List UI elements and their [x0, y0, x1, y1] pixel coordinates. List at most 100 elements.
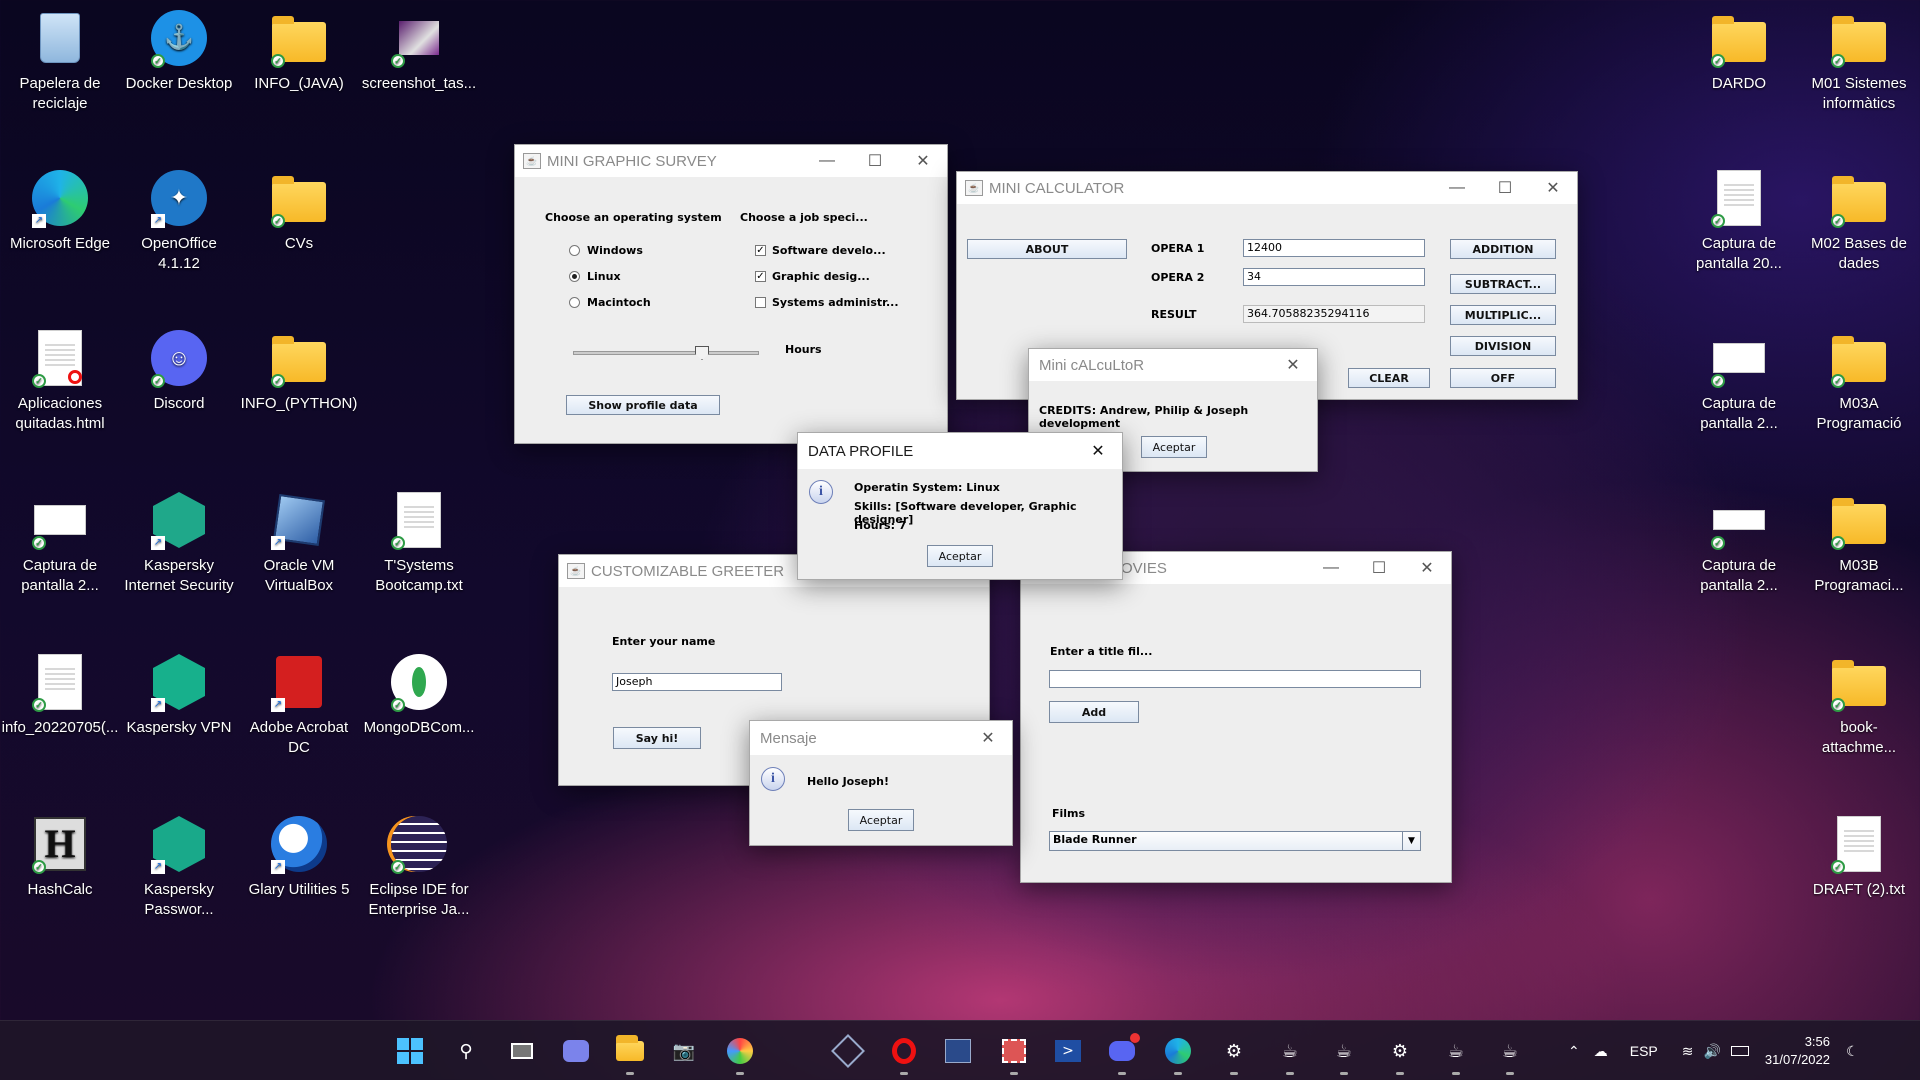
language-indicator[interactable]: ESP	[1630, 1043, 1658, 1059]
radio-linux[interactable]	[569, 271, 580, 282]
desktop-icon-kaspersky-is[interactable]: ↗ Kaspersky Internet Security	[124, 492, 234, 596]
credits-accept-button[interactable]: Aceptar	[1141, 436, 1207, 458]
close-icon[interactable]: ✕	[1529, 172, 1577, 204]
java-app-icon-3[interactable]: ☕	[1440, 1035, 1472, 1075]
desktop-icon-kaspersky-pm[interactable]: ↗ Kaspersky Passwor...	[124, 816, 234, 920]
desktop-icon-discord[interactable]: ☺ ✓ Discord	[124, 330, 234, 414]
java-app-icon-4[interactable]: ☕	[1494, 1035, 1526, 1075]
maximize-icon[interactable]: ☐	[851, 145, 899, 177]
settings-gear-icon[interactable]: ⚙	[1218, 1035, 1250, 1075]
paint-icon[interactable]	[724, 1035, 756, 1075]
radio-macintoch[interactable]	[569, 297, 580, 308]
hours-slider[interactable]	[573, 351, 759, 355]
battery-icon[interactable]	[1730, 1043, 1749, 1059]
desktop-icon-mongodb[interactable]: ✓ MongoDBCom...	[364, 654, 474, 738]
chevron-up-icon[interactable]: ⌃	[1568, 1043, 1580, 1060]
search-icon[interactable]: ⚲	[450, 1035, 482, 1067]
settings-icon[interactable]: ⚙	[1384, 1035, 1416, 1075]
checkbox-software[interactable]: ✓	[755, 245, 766, 256]
desktop-icon-info-python[interactable]: ✓ INFO_(PYTHON)	[241, 330, 357, 414]
desktop-icon-eclipse[interactable]: ✓ Eclipse IDE for Enterprise Ja...	[364, 816, 474, 920]
checkbox-graphic[interactable]: ✓	[755, 271, 766, 282]
java-app-icon-2[interactable]: ☕	[1328, 1035, 1360, 1075]
message-accept-button[interactable]: Aceptar	[848, 809, 914, 831]
radio-windows[interactable]	[569, 245, 580, 256]
snip-sketch-icon[interactable]	[998, 1035, 1030, 1075]
clear-button[interactable]: CLEAR	[1348, 368, 1430, 388]
teams-chat-icon[interactable]	[560, 1035, 592, 1067]
desktop-icon-kaspersky-vpn[interactable]: ↗ Kaspersky VPN	[124, 654, 234, 738]
division-button[interactable]: DIVISION	[1450, 336, 1556, 356]
desktop-icon-m03a[interactable]: ✓ M03A Programació	[1804, 330, 1914, 434]
opera-icon[interactable]	[888, 1035, 920, 1075]
desktop-icon-m01[interactable]: ✓ M01 Sistemes informàtics	[1804, 10, 1914, 114]
desktop-icon-recycle-bin[interactable]: Papelera de reciclaje	[5, 10, 115, 114]
say-hi-button[interactable]: Say hi!	[613, 727, 701, 749]
powershell-icon[interactable]: >	[1052, 1035, 1084, 1067]
camera-icon[interactable]: 📷	[668, 1035, 700, 1067]
desktop-icon-screenshot[interactable]: ✓ screenshot_tas...	[362, 10, 476, 94]
calculator-titlebar[interactable]: ☕ MINI CALCULATOR — ☐ ✕	[957, 172, 1577, 204]
virtualbox-taskbar-icon[interactable]	[831, 1034, 865, 1068]
close-icon[interactable]: ✕	[1269, 349, 1317, 381]
desktop-icon-acrobat[interactable]: ↗ Adobe Acrobat DC	[244, 654, 354, 758]
clock[interactable]: 3:56 31/07/2022	[1765, 1033, 1830, 1069]
desktop-icon-captura-r2[interactable]: ✓ Captura de pantalla 2...	[1684, 330, 1794, 434]
desktop-icon-cvs[interactable]: ✓ CVs	[244, 170, 354, 254]
desktop-icon-tsystems[interactable]: ✓ T'Systems Bootcamp.txt	[364, 492, 474, 596]
minimize-icon[interactable]: —	[1433, 172, 1481, 204]
file-explorer-icon[interactable]	[614, 1035, 646, 1075]
cloud-icon[interactable]: ☁	[1594, 1043, 1608, 1060]
desktop-icon-aplicaciones[interactable]: ✓ Aplicaciones quitadas.html	[5, 330, 115, 434]
opera2-field[interactable]: 34	[1243, 268, 1425, 286]
title-field[interactable]	[1049, 670, 1421, 688]
desktop-icon-hashcalc[interactable]: H ✓ HashCalc	[5, 816, 115, 900]
survey-titlebar[interactable]: ☕ MINI GRAPHIC SURVEY — ☐ ✕	[515, 145, 947, 177]
checkbox-sysadmin[interactable]	[755, 297, 766, 308]
multiply-button[interactable]: MULTIPLIC...	[1450, 305, 1556, 325]
desktop-icon-book-attachment[interactable]: ✓ book-attachme...	[1804, 654, 1914, 758]
close-icon[interactable]: ✕	[899, 145, 947, 177]
desktop-icon-m03b[interactable]: ✓ M03B Programaci...	[1804, 492, 1914, 596]
desktop-icon-virtualbox[interactable]: ↗ Oracle VM VirtualBox	[244, 492, 354, 596]
hours-slider-thumb[interactable]	[695, 346, 709, 360]
profile-accept-button[interactable]: Aceptar	[927, 545, 993, 567]
close-icon[interactable]: ✕	[1074, 433, 1122, 469]
chevron-down-icon[interactable]: ▼	[1402, 832, 1420, 850]
discord-taskbar-icon[interactable]	[1106, 1033, 1140, 1075]
credits-titlebar[interactable]: Mini cALcuLtoR ✕	[1029, 349, 1317, 381]
close-icon[interactable]: ✕	[964, 721, 1012, 755]
desktop-icon-edge[interactable]: ↗ Microsoft Edge	[5, 170, 115, 254]
off-button[interactable]: OFF	[1450, 368, 1556, 388]
desktop-icon-captura-1[interactable]: ✓ Captura de pantalla 2...	[5, 492, 115, 596]
volume-icon[interactable]: 🔊	[1703, 1043, 1720, 1060]
start-icon[interactable]	[394, 1035, 426, 1067]
addition-button[interactable]: ADDITION	[1450, 239, 1556, 259]
task-view-icon[interactable]	[506, 1035, 538, 1067]
name-field[interactable]: Joseph	[612, 673, 782, 691]
desktop-icon-captura-r1[interactable]: ✓ Captura de pantalla 20...	[1684, 170, 1794, 274]
desktop-icon-info-java[interactable]: ✓ INFO_(JAVA)	[244, 10, 354, 94]
desktop-icon-dardo[interactable]: ✓ DARDO	[1684, 10, 1794, 94]
maximize-icon[interactable]: ☐	[1355, 552, 1403, 584]
minimize-icon[interactable]: —	[803, 145, 851, 177]
films-select[interactable]: Blade Runner ▼	[1049, 831, 1421, 851]
desktop-icon-docker[interactable]: ⚓ ✓ Docker Desktop	[124, 10, 234, 94]
wifi-icon[interactable]: ≋	[1682, 1043, 1694, 1060]
show-profile-button[interactable]: Show profile data	[566, 395, 720, 415]
subtract-button[interactable]: SUBTRACT...	[1450, 274, 1556, 294]
profile-titlebar[interactable]: DATA PROFILE ✕	[798, 433, 1122, 469]
message-titlebar[interactable]: Mensaje ✕	[750, 721, 1012, 755]
java-app-icon-1[interactable]: ☕	[1274, 1035, 1306, 1075]
desktop-icon-captura-r3[interactable]: ✓ Captura de pantalla 2...	[1684, 492, 1794, 596]
snipping-tool-icon[interactable]	[942, 1035, 974, 1067]
desktop-icon-m02[interactable]: ✓ M02 Bases de dades	[1804, 170, 1914, 274]
desktop-icon-draft[interactable]: ✓ DRAFT (2).txt	[1804, 816, 1914, 900]
desktop-icon-glary[interactable]: ↗ Glary Utilities 5	[244, 816, 354, 900]
edge-taskbar-icon[interactable]	[1162, 1035, 1194, 1075]
desktop-icon-openoffice[interactable]: ✦ ↗ OpenOffice 4.1.12	[124, 170, 234, 274]
desktop-icon-info-2022[interactable]: ✓ info_20220705(...	[2, 654, 118, 738]
close-icon[interactable]: ✕	[1403, 552, 1451, 584]
maximize-icon[interactable]: ☐	[1481, 172, 1529, 204]
minimize-icon[interactable]: —	[1307, 552, 1355, 584]
